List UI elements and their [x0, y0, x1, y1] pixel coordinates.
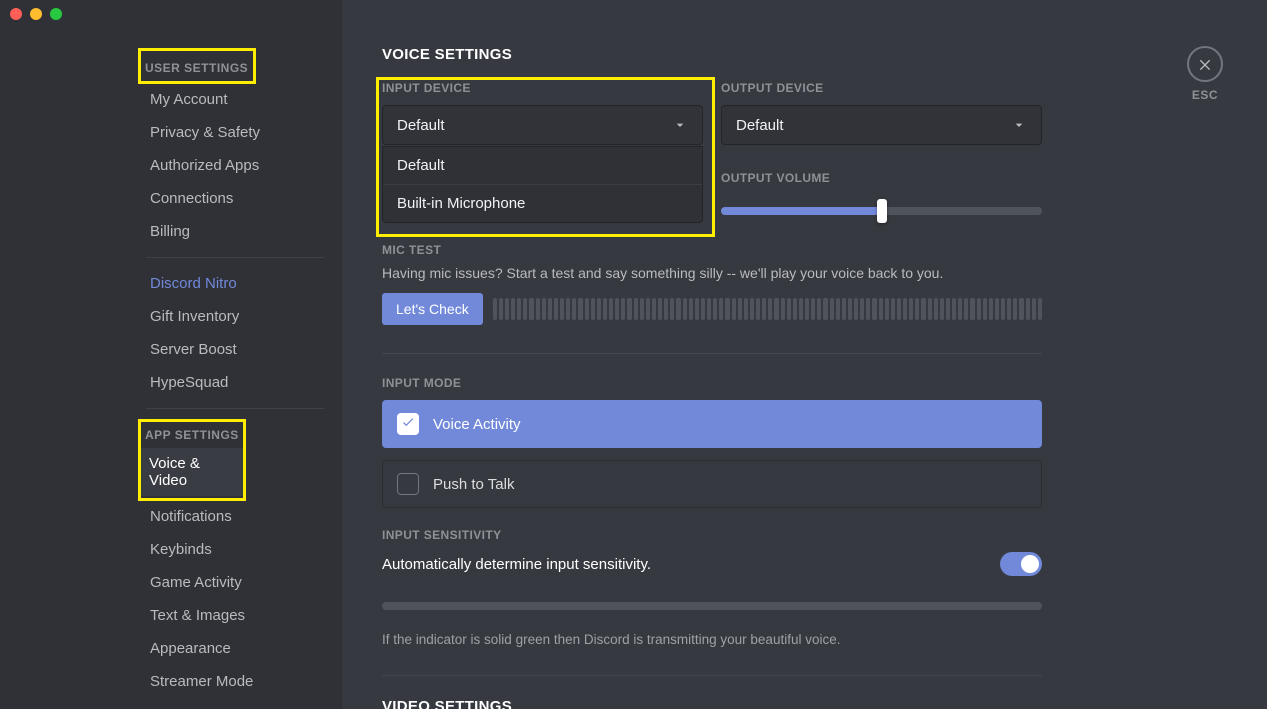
output-device-select[interactable]: Default [721, 105, 1042, 145]
output-volume-label: Output Volume [721, 171, 1042, 185]
input-device-select[interactable]: Default Default Built-in Microphone [382, 105, 703, 145]
output-device-label: Output Device [721, 81, 1042, 95]
sidebar-item-appearance[interactable]: Appearance [142, 633, 328, 664]
voice-activity-label: Voice Activity [433, 416, 521, 433]
input-device-option-builtin-mic[interactable]: Built-in Microphone [383, 184, 702, 222]
sidebar-item-my-account[interactable]: My Account [142, 84, 328, 115]
input-sensitivity-label: Input Sensitivity [382, 528, 1227, 542]
sidebar-item-voice-and-video[interactable]: Voice & Video [141, 448, 243, 496]
checkbox-icon [397, 473, 419, 495]
toggle-knob-icon [1021, 555, 1039, 573]
sidebar-item-language[interactable]: Language [142, 699, 328, 709]
esc-label: ESC [1187, 88, 1223, 102]
output-volume-slider[interactable] [721, 199, 1042, 223]
auto-sensitivity-toggle[interactable] [1000, 552, 1042, 576]
settings-content: ESC Voice Settings Input Device Default … [342, 0, 1267, 709]
chevron-down-icon [1011, 117, 1027, 133]
auto-sensitivity-text: Automatically determine input sensitivit… [382, 556, 651, 573]
sidebar-item-authorized-apps[interactable]: Authorized Apps [142, 150, 328, 181]
chevron-down-icon [672, 117, 688, 133]
input-device-label: Input Device [382, 81, 703, 95]
input-mode-label: Input Mode [382, 376, 1227, 390]
sidebar-item-game-activity[interactable]: Game Activity [142, 567, 328, 598]
settings-sidebar: User Settings My AccountPrivacy & Safety… [0, 0, 342, 709]
close-icon [1197, 56, 1213, 72]
sidebar-item-text-images[interactable]: Text & Images [142, 600, 328, 631]
input-mode-push-to-talk[interactable]: Push to Talk [382, 460, 1042, 508]
input-device-option-default[interactable]: Default [383, 147, 702, 184]
window-traffic-lights [10, 8, 62, 20]
mic-test-help: Having mic issues? Start a test and say … [382, 265, 1227, 281]
mic-test-button[interactable]: Let's Check [382, 293, 483, 325]
close-settings: ESC [1187, 46, 1223, 102]
sidebar-divider [146, 408, 324, 409]
mic-level-meter [493, 298, 1042, 320]
sidebar-item-streamer-mode[interactable]: Streamer Mode [142, 666, 328, 697]
maximize-window-icon[interactable] [50, 8, 62, 20]
minimize-window-icon[interactable] [30, 8, 42, 20]
sidebar-item-connections[interactable]: Connections [142, 183, 328, 214]
page-title: Voice Settings [382, 46, 1227, 63]
sensitivity-note: If the indicator is solid green then Dis… [382, 632, 1042, 647]
video-settings-title: Video Settings [382, 698, 1227, 709]
sidebar-item-server-boost[interactable]: Server Boost [142, 334, 328, 365]
push-to-talk-label: Push to Talk [433, 476, 514, 493]
sidebar-section-user-settings: User Settings [141, 55, 252, 81]
sidebar-item-discord-nitro[interactable]: Discord Nitro [142, 268, 328, 299]
mic-test-label: Mic Test [382, 243, 1227, 257]
sidebar-item-hypesquad[interactable]: HypeSquad [142, 367, 328, 398]
input-device-selected: Default [397, 117, 445, 134]
close-window-icon[interactable] [10, 8, 22, 20]
checkbox-icon [397, 413, 419, 435]
output-device-selected: Default [736, 117, 784, 134]
input-device-dropdown: Default Built-in Microphone [382, 146, 703, 223]
sensitivity-indicator [382, 602, 1042, 610]
sidebar-item-keybinds[interactable]: Keybinds [142, 534, 328, 565]
sidebar-item-privacy-safety[interactable]: Privacy & Safety [142, 117, 328, 148]
input-mode-voice-activity[interactable]: Voice Activity [382, 400, 1042, 448]
sidebar-section-app-settings: App Settings [141, 422, 243, 448]
sidebar-divider [146, 257, 324, 258]
sidebar-item-billing[interactable]: Billing [142, 216, 328, 247]
close-button[interactable] [1187, 46, 1223, 82]
sidebar-item-notifications[interactable]: Notifications [142, 501, 328, 532]
sidebar-item-gift-inventory[interactable]: Gift Inventory [142, 301, 328, 332]
